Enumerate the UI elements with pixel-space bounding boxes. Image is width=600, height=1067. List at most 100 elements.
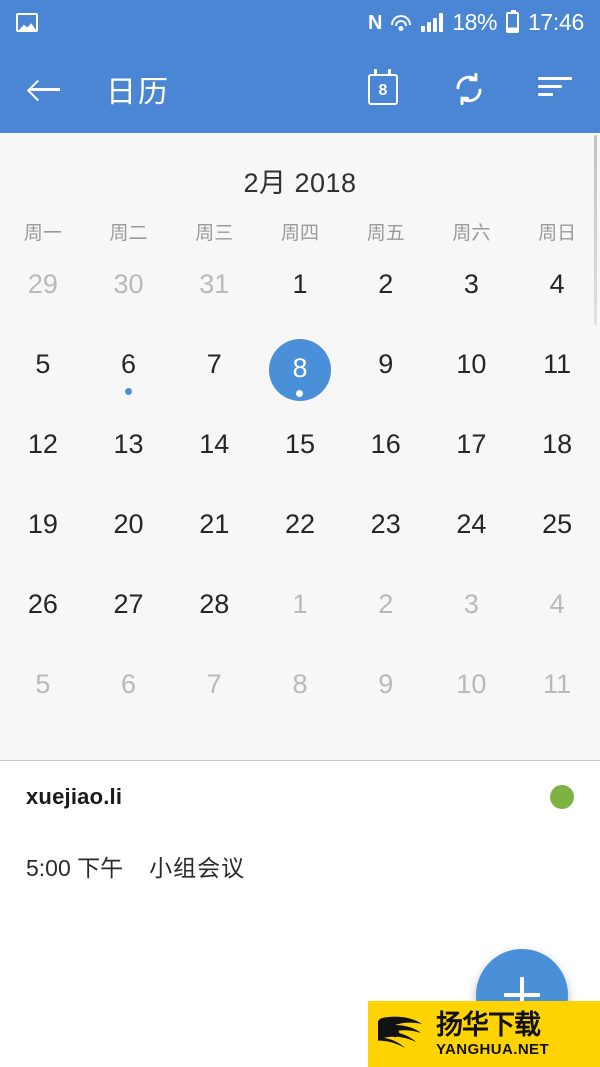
day-cell[interactable]: 5: [0, 335, 86, 415]
day-number: 15: [284, 429, 315, 459]
day-cell[interactable]: 8: [257, 655, 343, 735]
day-cell[interactable]: 10: [429, 335, 515, 415]
day-cell[interactable]: 20: [86, 495, 172, 575]
weekday-label: 周四: [280, 223, 319, 244]
day-cell[interactable]: 31: [171, 255, 257, 335]
day-number: 29: [27, 269, 58, 299]
day-cell[interactable]: 2: [343, 255, 429, 335]
day-cell[interactable]: 21: [171, 495, 257, 575]
day-cell-selected[interactable]: 8: [257, 335, 343, 415]
month-title[interactable]: 2月 2018: [0, 139, 600, 216]
day-number: 11: [543, 669, 572, 699]
status-bar: N 18% 17:46: [0, 0, 600, 45]
app-bar: 日历 8: [0, 45, 600, 133]
day-cell[interactable]: 23: [343, 495, 429, 575]
event-time: 5:00 下午: [26, 855, 124, 881]
day-number: 2: [378, 589, 394, 619]
agenda-event-row[interactable]: 5:00 下午 小组会议: [26, 833, 574, 899]
day-cell[interactable]: 15: [257, 415, 343, 495]
day-cell[interactable]: 5: [0, 655, 86, 735]
day-cell[interactable]: 11: [514, 335, 600, 415]
agenda-account-name: xuejiao.li: [26, 784, 123, 809]
day-cell[interactable]: 18: [514, 415, 600, 495]
agenda-sort-button[interactable]: [534, 68, 576, 110]
day-cell[interactable]: 3: [429, 255, 515, 335]
day-cell[interactable]: 11: [514, 655, 600, 735]
day-cell[interactable]: 29: [0, 255, 86, 335]
sync-button[interactable]: [448, 68, 490, 110]
day-number: 5: [35, 349, 51, 379]
agenda-list: xuejiao.li 5:00 下午 小组会议: [0, 761, 600, 899]
day-number: 31: [199, 269, 230, 299]
day-cell[interactable]: 7: [171, 335, 257, 415]
day-number: 14: [199, 429, 230, 459]
day-number: 7: [206, 349, 222, 379]
day-cell[interactable]: 9: [343, 655, 429, 735]
day-cell[interactable]: 13: [86, 415, 172, 495]
day-number: 27: [113, 589, 144, 619]
day-cell[interactable]: 19: [0, 495, 86, 575]
day-cell[interactable]: 14: [171, 415, 257, 495]
day-number: 4: [549, 269, 565, 299]
watermark-en-label: YANGHUA.NET: [436, 1040, 550, 1058]
app-bar-actions: 8: [362, 68, 576, 110]
calendar-color-dot: [550, 785, 574, 809]
page-title: 日历: [106, 76, 170, 109]
day-cell[interactable]: 2: [343, 575, 429, 655]
watermark-logo-icon: [378, 1016, 422, 1048]
back-button[interactable]: [24, 67, 68, 111]
weekday-label: 周三: [195, 223, 234, 244]
weekday-label: 周六: [452, 223, 491, 244]
day-cell[interactable]: 17: [429, 415, 515, 495]
image-notification-icon: [16, 13, 38, 32]
day-number: 8: [292, 353, 308, 383]
calendar-grid-panel[interactable]: 2月 2018 周一 周二 周三 周四 周五 周六 周日 29 30 31 1 2 3 4 5…: [0, 133, 600, 760]
day-number: 25: [542, 509, 573, 539]
day-cell[interactable]: 1: [257, 255, 343, 335]
day-number: 10: [456, 349, 487, 379]
day-number: 9: [378, 349, 394, 379]
day-cell[interactable]: 24: [429, 495, 515, 575]
day-number: 21: [199, 509, 230, 539]
today-badge-label: 8: [378, 81, 388, 99]
day-cell[interactable]: 12: [0, 415, 86, 495]
agenda-sort-icon: [538, 77, 572, 101]
day-number: 12: [27, 429, 58, 459]
day-cell[interactable]: 28: [171, 575, 257, 655]
day-cell[interactable]: 26: [0, 575, 86, 655]
calendar-app-screen: N 18% 17:46 日历 8 2月 2018 周一 周二 周三 周四 周五 …: [0, 0, 600, 1067]
back-arrow-icon: [30, 78, 62, 100]
weekday-label: 周一: [23, 223, 62, 244]
day-number: 1: [292, 269, 308, 299]
day-cell[interactable]: 3: [429, 575, 515, 655]
weekday-label: 周五: [366, 223, 405, 244]
day-cell[interactable]: 4: [514, 575, 600, 655]
calendar-today-icon: 8: [368, 68, 398, 105]
day-cell[interactable]: 6: [86, 335, 172, 415]
day-cell[interactable]: 16: [343, 415, 429, 495]
day-grid: 29 30 31 1 2 3 4 5 6 7 8 9 10 11 12 13 14 15 16 17 18 19 20 21 2…: [0, 255, 600, 735]
weekday-header-row: 周一 周二 周三 周四 周五 周六 周日: [0, 216, 600, 255]
day-number: 6: [121, 669, 137, 699]
day-number: 1: [292, 589, 308, 619]
day-number: 4: [549, 589, 565, 619]
day-cell[interactable]: 6: [86, 655, 172, 735]
nfc-icon: N: [367, 11, 382, 34]
day-cell[interactable]: 7: [171, 655, 257, 735]
day-cell[interactable]: 10: [429, 655, 515, 735]
day-cell[interactable]: 9: [343, 335, 429, 415]
event-title: 小组会议: [149, 855, 246, 881]
day-cell[interactable]: 25: [514, 495, 600, 575]
day-cell[interactable]: 30: [86, 255, 172, 335]
day-number: 20: [113, 509, 144, 539]
status-bar-clock: 17:46: [527, 9, 584, 35]
day-number: 28: [199, 589, 230, 619]
agenda-account-row[interactable]: xuejiao.li: [26, 761, 574, 833]
day-number: 6: [121, 349, 137, 379]
day-cell[interactable]: 22: [257, 495, 343, 575]
day-cell[interactable]: 27: [86, 575, 172, 655]
sync-icon: [452, 72, 486, 106]
day-cell[interactable]: 4: [514, 255, 600, 335]
day-cell[interactable]: 1: [257, 575, 343, 655]
today-button[interactable]: 8: [362, 68, 404, 110]
